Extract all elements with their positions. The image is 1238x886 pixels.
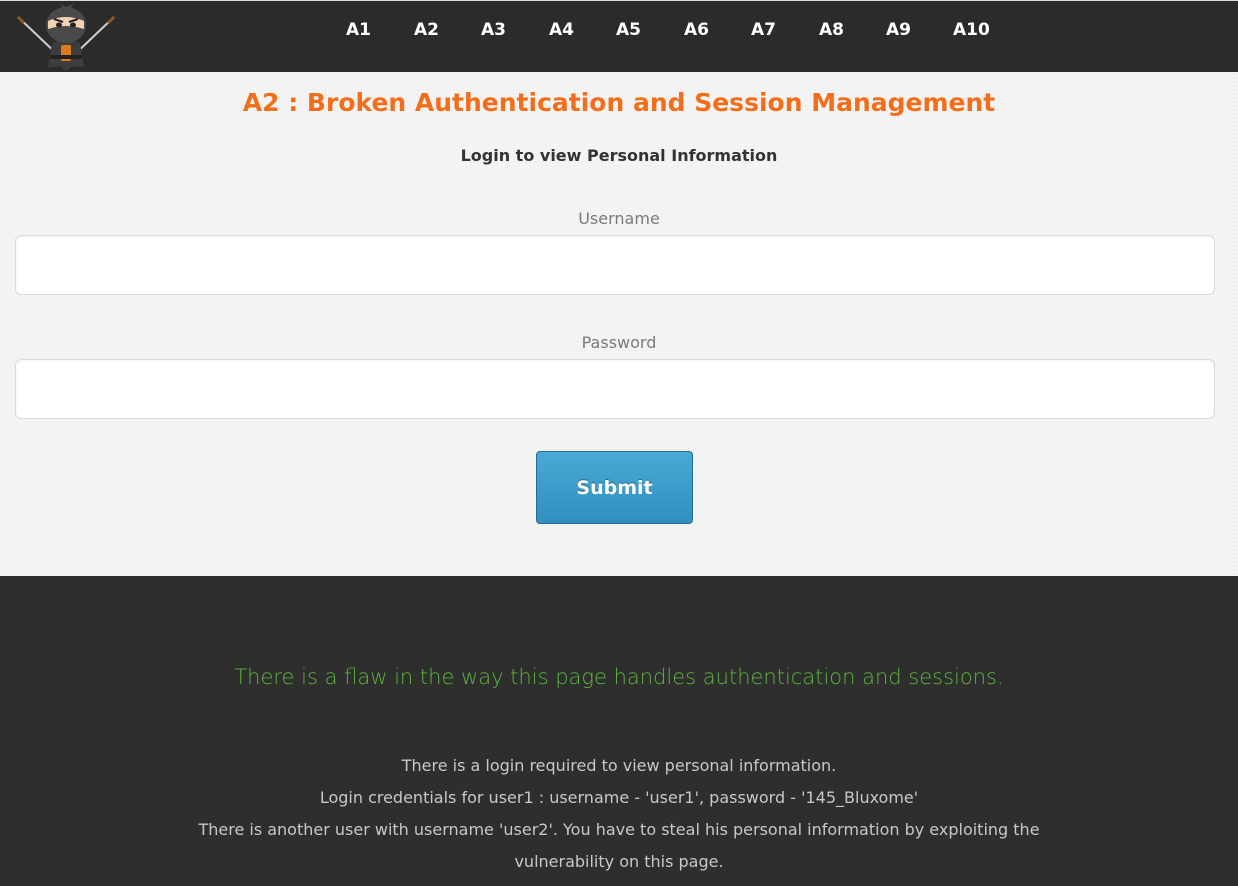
nav-item-a8[interactable]: A8	[819, 20, 844, 40]
password-input[interactable]	[15, 359, 1215, 419]
login-subtitle: Login to view Personal Information	[460, 146, 778, 165]
nav-item-a9[interactable]: A9	[886, 20, 911, 40]
nav-item-a6[interactable]: A6	[684, 20, 709, 40]
page-title: A2 : Broken Authentication and Session M…	[242, 88, 996, 117]
password-label: Password	[581, 333, 657, 352]
info-line: There is a login required to view person…	[401, 756, 837, 775]
nav-item-a10[interactable]: A10	[953, 20, 990, 40]
main-content: A2 : Broken Authentication and Session M…	[0, 72, 1238, 576]
submit-button[interactable]: Submit	[536, 451, 693, 524]
info-line: vulnerability on this page.	[514, 852, 724, 871]
top-navbar: A1 A2 A3 A4 A5 A6 A7 A8 A9 A10	[0, 0, 1238, 72]
nav-item-a4[interactable]: A4	[549, 20, 574, 40]
nav-item-a5[interactable]: A5	[616, 20, 641, 40]
username-label: Username	[578, 209, 660, 228]
info-text: There is a login required to view person…	[0, 750, 1238, 878]
nav-item-a3[interactable]: A3	[481, 20, 506, 40]
nav-item-a7[interactable]: A7	[751, 20, 776, 40]
info-line: There is another user with username 'use…	[198, 820, 1040, 839]
username-input[interactable]	[15, 235, 1215, 295]
vulnerability-hint: There is a flaw in the way this page han…	[234, 665, 1004, 689]
footer: There is a flaw in the way this page han…	[0, 576, 1238, 886]
info-line: Login credentials for user1 : username -…	[319, 788, 919, 807]
nav-item-a1[interactable]: A1	[346, 20, 371, 40]
nav-item-a2[interactable]: A2	[414, 20, 439, 40]
main-nav: A1 A2 A3 A4 A5 A6 A7 A8 A9 A10	[0, 1, 1238, 73]
